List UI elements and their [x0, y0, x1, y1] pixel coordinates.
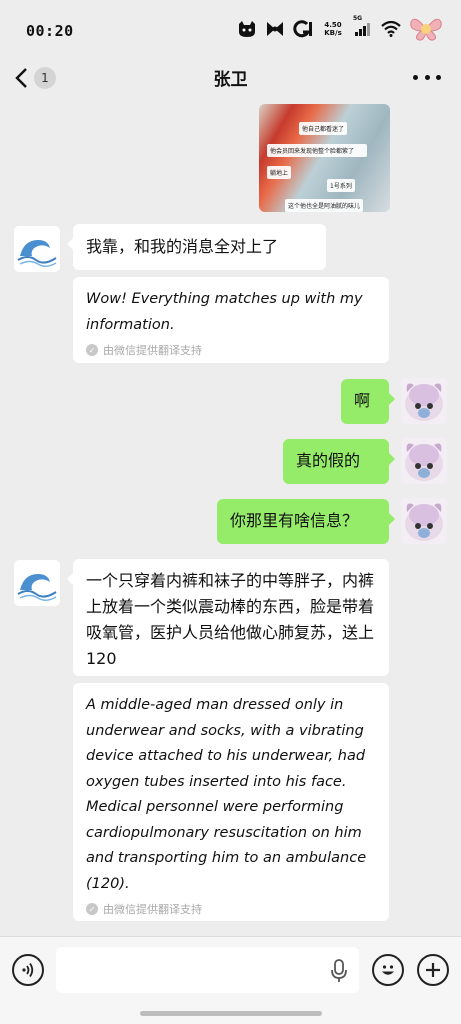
- image-caption: 这个他也全是阿油腻的味儿: [285, 199, 364, 212]
- cat-icon: [237, 19, 257, 39]
- butterfly-battery-icon: [409, 16, 443, 42]
- message-text: 真的假的: [296, 451, 361, 470]
- status-icons: 4.50 KB/s 5G: [237, 15, 443, 42]
- message-text: 一个只穿着内裤和袜子的中等胖子，内裤上放着一个类似震动棒的东西，脸是带着吸氧管，…: [86, 571, 375, 668]
- status-bar: 00:20 4.50 KB/s 5G: [0, 0, 461, 56]
- translation-note-label: 由微信提供翻译支持: [103, 344, 202, 357]
- image-caption: 他自己都看迷了: [299, 122, 348, 135]
- signal-icon: 5G: [353, 15, 373, 39]
- emoji-icon: [382, 965, 394, 975]
- check-icon: ✓: [86, 344, 98, 356]
- more-dot: [424, 74, 430, 80]
- message-bubble-sent[interactable]: 真的假的: [283, 439, 395, 484]
- g-app-icon: [293, 19, 313, 39]
- voice-toggle-button[interactable]: [12, 954, 44, 986]
- image-caption: 他会员回来发现他整个脸都紫了: [267, 144, 367, 157]
- translation-note: ✓ 由微信提供翻译支持: [86, 901, 376, 917]
- emoji-button[interactable]: [372, 954, 404, 986]
- message-bubble-received[interactable]: 我靠，和我的消息全对上了: [67, 224, 326, 270]
- my-avatar[interactable]: [401, 438, 447, 484]
- plus-button[interactable]: [417, 954, 449, 986]
- status-time: 00:20: [26, 22, 74, 40]
- my-avatar[interactable]: [401, 378, 447, 424]
- contact-avatar[interactable]: [14, 560, 60, 606]
- translation-bubble[interactable]: A middle-aged man dressed only in underw…: [73, 683, 389, 921]
- bubble-tail: [67, 238, 73, 250]
- voice-toggle-icon: [22, 962, 34, 978]
- bow-icon: [265, 19, 285, 39]
- network-speed: 4.50 KB/s: [324, 21, 342, 37]
- bubble-tail: [389, 393, 395, 405]
- translation-note: ✓ 由微信提供翻译支持: [86, 342, 376, 358]
- image-caption: 1号系列: [327, 179, 355, 192]
- microphone-icon[interactable]: [330, 959, 348, 983]
- chat-header: 1 张卫: [0, 56, 461, 100]
- check-icon: ✓: [86, 903, 98, 915]
- bubble-tail: [67, 573, 73, 585]
- message-bubble-sent[interactable]: 啊: [341, 379, 395, 424]
- wifi-icon: [381, 19, 401, 39]
- contact-avatar[interactable]: [14, 226, 60, 272]
- bubble-tail: [389, 453, 395, 465]
- shared-image-message[interactable]: 他自己都看迷了 他会员回来发现他整个脸都紫了 躺地上 1号系列 这个他也全是阿油…: [259, 104, 390, 212]
- bubble-tail: [389, 513, 395, 525]
- message-input[interactable]: [56, 947, 359, 993]
- translation-note-label: 由微信提供翻译支持: [103, 903, 202, 916]
- message-text: 啊: [354, 391, 371, 410]
- message-bubble-sent[interactable]: 你那里有啥信息？: [217, 499, 395, 544]
- my-avatar[interactable]: [401, 498, 447, 544]
- message-text: 你那里有啥信息？: [230, 511, 359, 530]
- translation-bubble[interactable]: Wow! Everything matches up with my infor…: [73, 277, 389, 363]
- message-bubble-received[interactable]: 一个只穿着内裤和袜子的中等胖子，内裤上放着一个类似震动棒的东西，脸是带着吸氧管，…: [67, 559, 389, 676]
- home-indicator[interactable]: [140, 1011, 322, 1016]
- chat-title: 张卫: [213, 70, 248, 90]
- message-text: 我靠，和我的消息全对上了: [86, 237, 279, 256]
- plus-icon: [426, 963, 440, 977]
- translation-text: Wow! Everything matches up with my infor…: [86, 291, 363, 333]
- translation-text: A middle-aged man dressed only in underw…: [86, 697, 367, 892]
- more-dot: [413, 74, 418, 80]
- image-caption: 躺地上: [267, 166, 292, 179]
- more-button[interactable]: [413, 64, 441, 90]
- more-dot: [436, 74, 441, 80]
